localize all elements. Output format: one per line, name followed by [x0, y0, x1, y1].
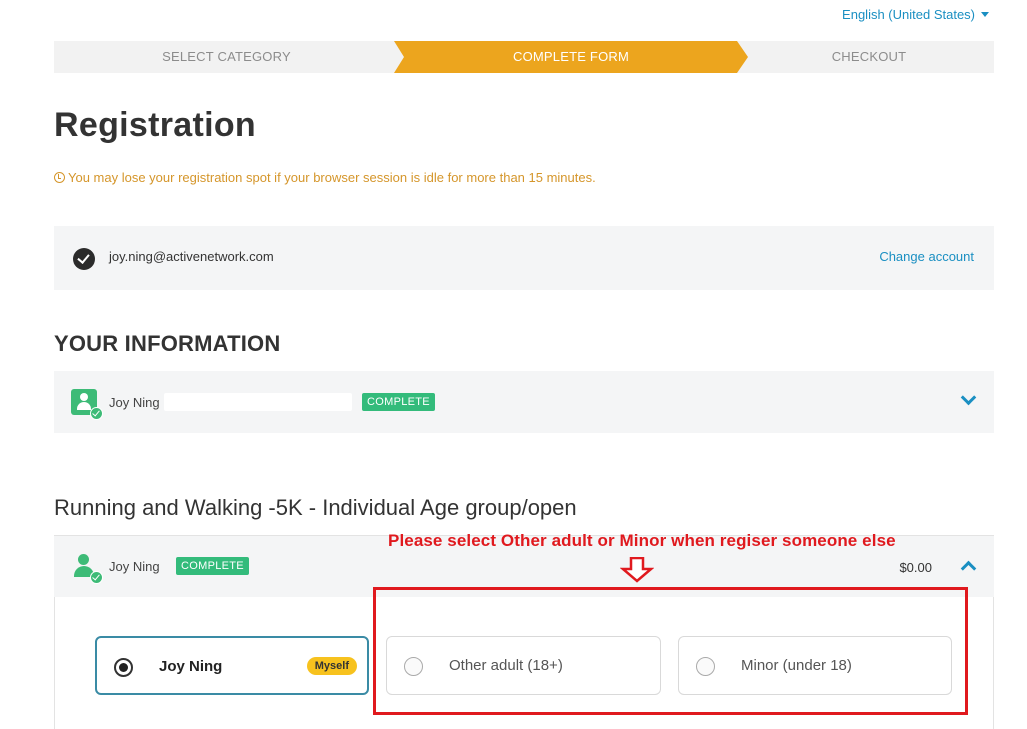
step-checkout: CHECKOUT	[831, 49, 907, 64]
participant-option-myself[interactable]: Joy Ning Myself	[95, 636, 369, 695]
annotation-arrow-icon	[620, 557, 654, 583]
radio-selected-icon[interactable]	[114, 658, 133, 677]
chevron-up-icon[interactable]	[960, 560, 977, 577]
redacted-area	[164, 393, 352, 411]
myself-badge: Myself	[306, 657, 357, 675]
annotation-highlight-box	[373, 587, 968, 715]
complete-check-icon	[90, 571, 103, 584]
participant-name: Joy Ning	[109, 559, 160, 574]
clock-icon	[54, 172, 65, 183]
complete-check-icon	[90, 407, 103, 420]
your-information-heading: YOUR INFORMATION	[54, 331, 281, 356]
page-title: Registration	[54, 106, 256, 144]
session-warning-text: You may lose your registration spot if y…	[68, 170, 596, 185]
option-label: Joy Ning	[159, 658, 223, 675]
chevron-down-icon[interactable]	[960, 389, 977, 406]
progress-steps: SELECT CATEGORY CHECKOUT COMPLETE FORM	[54, 41, 994, 73]
event-heading: Running and Walking -5K - Individual Age…	[54, 495, 577, 520]
session-warning: You may lose your registration spot if y…	[54, 170, 596, 185]
status-badge: COMPLETE	[176, 557, 249, 575]
annotation-text: Please select Other adult or Minor when …	[388, 531, 896, 550]
language-selector[interactable]: English (United States)	[842, 7, 989, 22]
account-panel: joy.ning@activenetwork.com Change accoun…	[54, 226, 994, 290]
account-email: joy.ning@activenetwork.com	[109, 249, 274, 264]
step-select-category: SELECT CATEGORY	[162, 49, 291, 64]
event-price: $0.00	[899, 560, 932, 575]
language-label: English (United States)	[842, 7, 975, 22]
check-circle-icon	[73, 248, 95, 270]
step-complete-form: COMPLETE FORM	[394, 41, 748, 73]
your-information-row[interactable]: Joy Ning COMPLETE	[54, 371, 994, 433]
caret-down-icon	[981, 12, 989, 17]
change-account-link[interactable]: Change account	[879, 249, 974, 264]
status-badge: COMPLETE	[362, 393, 435, 411]
participant-name: Joy Ning	[109, 395, 160, 410]
